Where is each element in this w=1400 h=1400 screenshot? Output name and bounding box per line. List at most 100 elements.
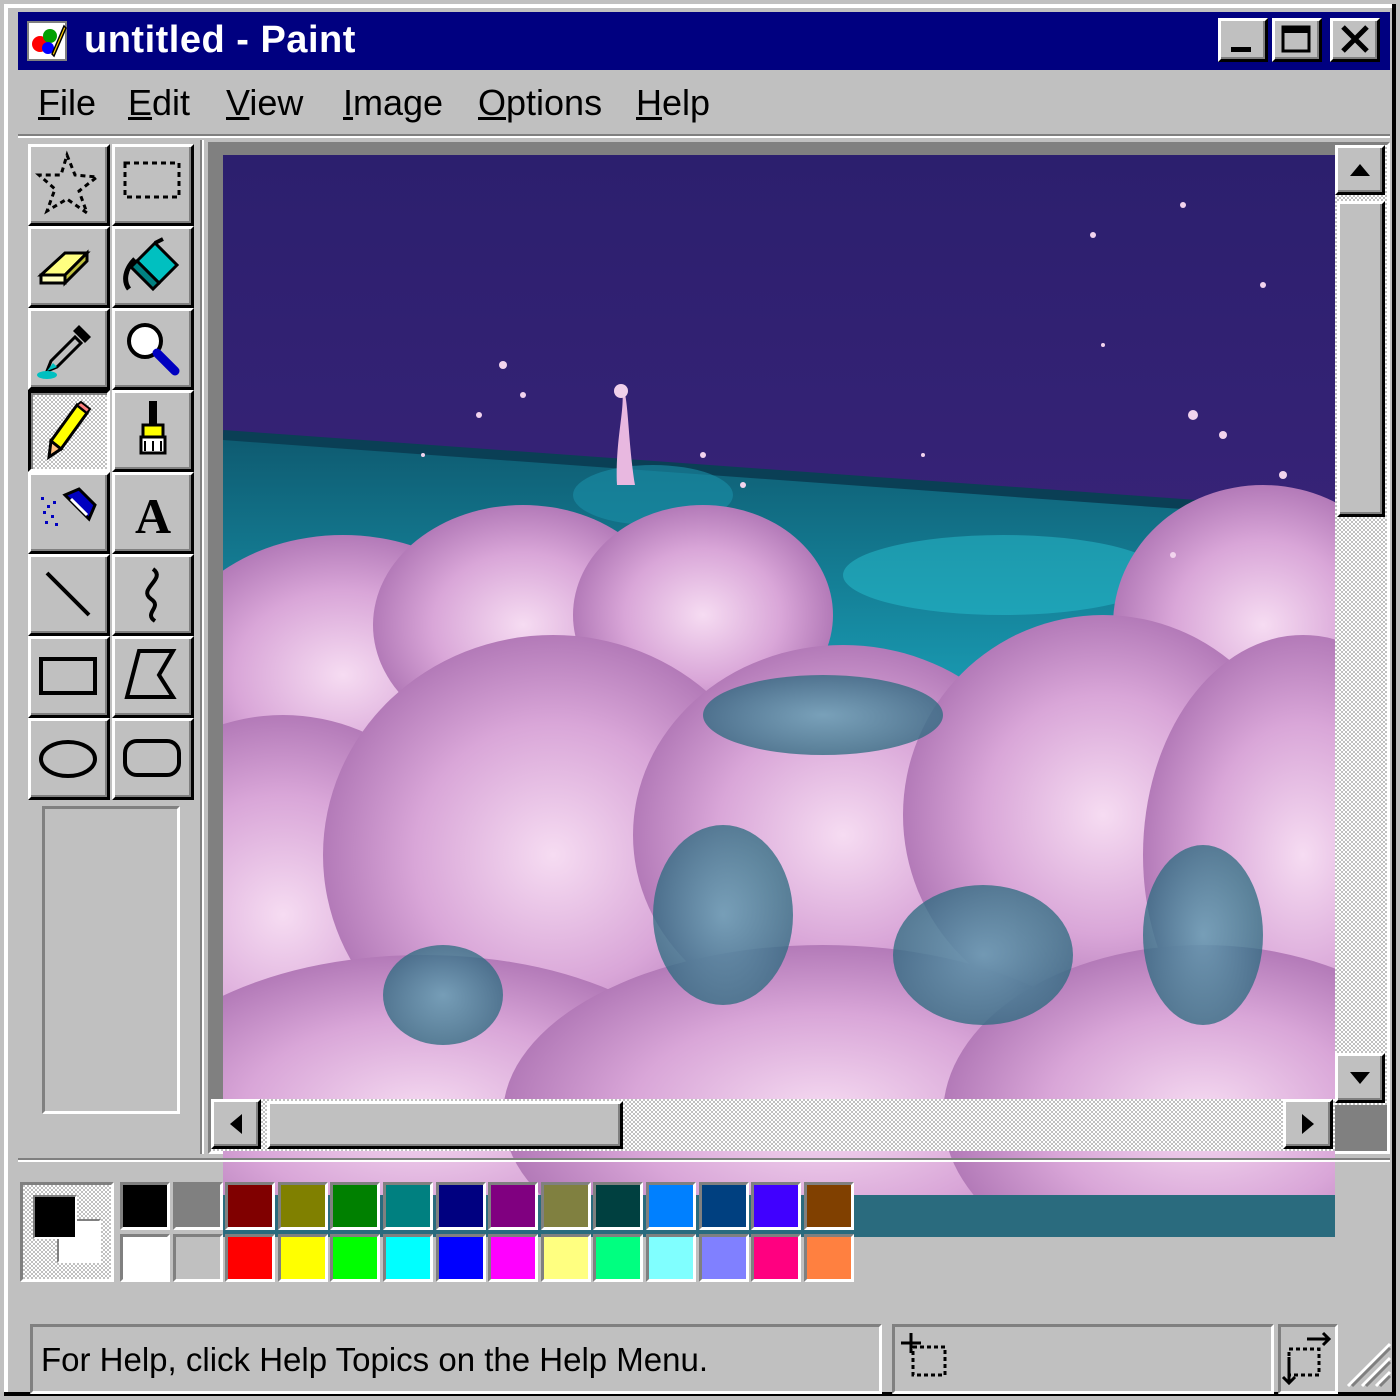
palette-swatch[interactable] bbox=[277, 1182, 328, 1230]
menu-bar: File Edit View Image Options Help bbox=[18, 74, 1390, 134]
palette-swatch[interactable] bbox=[751, 1234, 802, 1282]
tool-curve[interactable] bbox=[112, 554, 194, 636]
palette-swatch[interactable] bbox=[593, 1182, 644, 1230]
drawing-canvas[interactable] bbox=[223, 155, 1335, 1237]
horizontal-scroll-thumb[interactable] bbox=[267, 1101, 623, 1149]
tool-airbrush[interactable] bbox=[28, 472, 110, 554]
current-colors[interactable] bbox=[20, 1182, 114, 1282]
tool-pencil[interactable] bbox=[28, 390, 110, 472]
palette-swatch[interactable] bbox=[225, 1234, 276, 1282]
palette-swatch[interactable] bbox=[435, 1234, 486, 1282]
menu-options[interactable]: Options bbox=[478, 82, 602, 124]
toolbox: A bbox=[28, 144, 196, 800]
resize-grip-icon[interactable] bbox=[1342, 1338, 1392, 1388]
rect-select-icon bbox=[123, 161, 181, 199]
canvas-area bbox=[208, 142, 1390, 1237]
ellipse-icon bbox=[39, 740, 97, 778]
menu-image[interactable]: Image bbox=[343, 82, 443, 124]
tool-brush[interactable] bbox=[112, 390, 194, 472]
palette-swatch[interactable] bbox=[698, 1182, 749, 1230]
palette-swatch[interactable] bbox=[330, 1182, 381, 1230]
arrow-up-icon bbox=[1350, 164, 1370, 176]
paint-app-icon[interactable] bbox=[26, 20, 68, 62]
brush-icon bbox=[139, 401, 167, 455]
palette-swatch[interactable] bbox=[646, 1182, 696, 1230]
arrow-left-icon bbox=[230, 1114, 242, 1134]
tool-select[interactable] bbox=[112, 144, 194, 226]
tool-free-form-select[interactable] bbox=[28, 144, 110, 226]
scroll-down-button[interactable] bbox=[1335, 1053, 1385, 1103]
window-title: untitled - Paint bbox=[84, 19, 356, 61]
palette-swatch[interactable] bbox=[488, 1182, 539, 1230]
eraser-icon bbox=[37, 249, 91, 287]
palette-swatch[interactable] bbox=[172, 1182, 223, 1230]
tool-magnifier[interactable] bbox=[112, 308, 194, 390]
ocean-wave-image bbox=[223, 155, 1335, 1237]
maximize-button[interactable] bbox=[1272, 18, 1322, 62]
menu-file[interactable]: File bbox=[38, 82, 96, 124]
foreground-color-swatch[interactable] bbox=[33, 1195, 77, 1239]
tool-text[interactable]: A bbox=[112, 472, 194, 554]
paint-bucket-icon bbox=[123, 237, 180, 292]
palette-swatch[interactable] bbox=[803, 1182, 854, 1230]
palette-swatch[interactable] bbox=[330, 1234, 381, 1282]
palette-swatch[interactable] bbox=[225, 1182, 276, 1230]
palette-swatch[interactable] bbox=[383, 1182, 433, 1230]
scroll-up-button[interactable] bbox=[1335, 145, 1385, 195]
polygon-icon bbox=[124, 649, 177, 699]
text-icon: A bbox=[135, 488, 171, 544]
paint-window: untitled - Paint File Edit View Image Op… bbox=[0, 0, 1400, 1400]
palette-swatch[interactable] bbox=[172, 1234, 223, 1282]
palette-swatch[interactable] bbox=[120, 1182, 170, 1230]
palette-swatch[interactable] bbox=[646, 1234, 696, 1282]
menu-view[interactable]: View bbox=[226, 82, 303, 124]
palette-swatch[interactable] bbox=[435, 1182, 486, 1230]
star-select-icon bbox=[35, 150, 101, 217]
menu-help[interactable]: Help bbox=[636, 82, 710, 124]
palette-swatch[interactable] bbox=[698, 1234, 749, 1282]
magnifier-icon bbox=[127, 323, 180, 376]
tool-ellipse[interactable] bbox=[28, 718, 110, 800]
palette-separator bbox=[18, 1158, 1390, 1162]
tool-polygon[interactable] bbox=[112, 636, 194, 718]
tool-line[interactable] bbox=[28, 554, 110, 636]
title-bar[interactable]: untitled - Paint bbox=[18, 12, 1390, 70]
minimize-button[interactable] bbox=[1218, 18, 1268, 62]
menu-edit[interactable]: Edit bbox=[128, 82, 190, 124]
palette-swatch[interactable] bbox=[488, 1234, 539, 1282]
status-help-text: For Help, click Help Topics on the Help … bbox=[41, 1341, 709, 1378]
scroll-left-button[interactable] bbox=[211, 1099, 261, 1149]
horizontal-scrollbar[interactable] bbox=[211, 1099, 1335, 1151]
line-icon bbox=[45, 571, 91, 617]
scroll-right-button[interactable] bbox=[1283, 1099, 1333, 1149]
palette-swatch[interactable] bbox=[540, 1182, 591, 1230]
text-tool-glyph: A bbox=[135, 488, 171, 544]
color-box bbox=[18, 1180, 860, 1288]
arrow-down-icon bbox=[1350, 1072, 1370, 1084]
palette-swatch[interactable] bbox=[593, 1234, 644, 1282]
arrow-right-icon bbox=[1302, 1114, 1314, 1134]
status-bar-help: For Help, click Help Topics on the Help … bbox=[30, 1324, 882, 1394]
selection-size-icon bbox=[1281, 1331, 1332, 1386]
palette-swatch[interactable] bbox=[383, 1234, 433, 1282]
pencil-icon bbox=[47, 400, 92, 461]
tool-fill-with-color[interactable] bbox=[112, 226, 194, 308]
vertical-scroll-thumb[interactable] bbox=[1337, 201, 1385, 517]
palette-swatch[interactable] bbox=[803, 1234, 854, 1282]
tool-eraser[interactable] bbox=[28, 226, 110, 308]
palette-swatch[interactable] bbox=[540, 1234, 591, 1282]
tool-pick-color[interactable] bbox=[28, 308, 110, 390]
palette-swatch[interactable] bbox=[277, 1234, 328, 1282]
palette-swatch[interactable] bbox=[120, 1234, 170, 1282]
vertical-scrollbar[interactable] bbox=[1335, 145, 1387, 1105]
rounded-rectangle-icon bbox=[123, 739, 181, 777]
maximize-icon bbox=[1281, 25, 1311, 53]
palette-swatch[interactable] bbox=[751, 1182, 802, 1230]
close-button[interactable] bbox=[1330, 18, 1380, 62]
tool-rounded-rectangle[interactable] bbox=[112, 718, 194, 800]
tool-rectangle[interactable] bbox=[28, 636, 110, 718]
tool-options-box[interactable] bbox=[42, 806, 180, 1114]
menu-separator bbox=[18, 134, 1390, 138]
status-bar-size bbox=[1278, 1324, 1338, 1394]
airbrush-icon bbox=[41, 487, 97, 526]
